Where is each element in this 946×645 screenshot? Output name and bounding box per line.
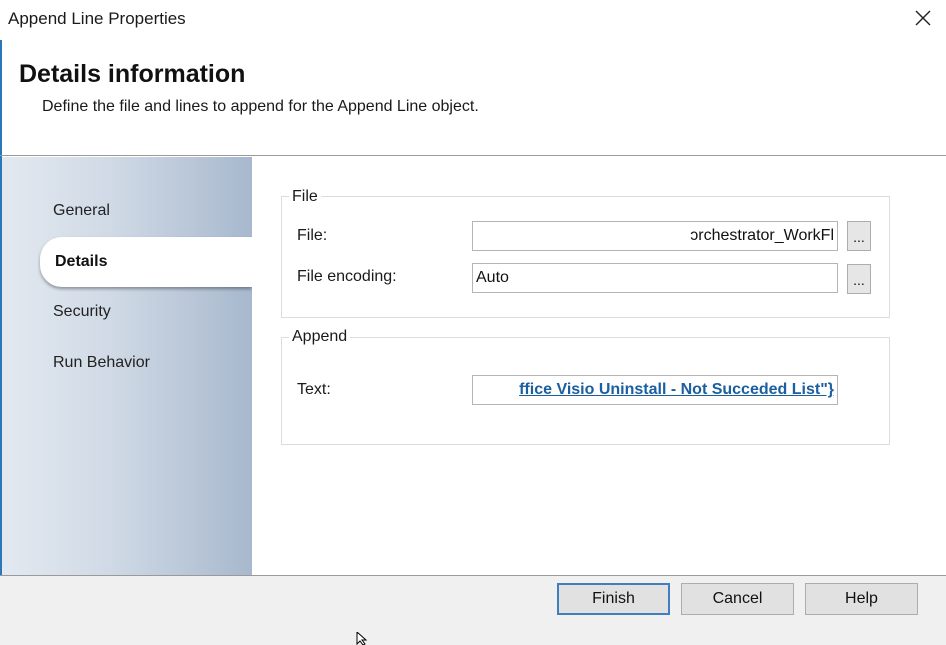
append-text-label: Text: xyxy=(297,381,331,398)
file-group xyxy=(281,196,890,318)
nav-item-details-label: Details xyxy=(55,253,108,270)
finish-button[interactable]: Finish xyxy=(557,583,670,615)
nav-item-run-behavior[interactable]: Run Behavior xyxy=(53,354,150,372)
window-title: Append Line Properties xyxy=(8,9,186,28)
nav-item-details[interactable]: Details xyxy=(40,237,252,287)
append-text-input[interactable]: ffice Visio Uninstall - Not Succeded Lis… xyxy=(472,375,838,405)
file-input[interactable]: ɔrchestrator_WorkFl xyxy=(472,221,838,251)
file-browse-button[interactable]: ... xyxy=(847,221,871,251)
file-encoding-browse-button[interactable]: ... xyxy=(847,264,871,294)
file-encoding-label: File encoding: xyxy=(297,268,397,285)
file-input-value: ɔrchestrator_WorkFl xyxy=(690,227,834,244)
file-group-legend: File xyxy=(289,188,321,206)
header-divider xyxy=(0,155,946,156)
nav-item-general[interactable]: General xyxy=(53,202,110,220)
help-button[interactable]: Help xyxy=(805,583,918,615)
close-button[interactable] xyxy=(900,0,946,36)
page-subtitle: Define the file and lines to append for … xyxy=(42,98,479,115)
append-group-legend: Append xyxy=(289,328,351,346)
mouse-cursor-icon xyxy=(356,632,368,645)
nav-item-security[interactable]: Security xyxy=(53,303,111,321)
close-icon xyxy=(915,10,931,26)
page-title: Details information xyxy=(19,60,246,88)
cancel-button[interactable]: Cancel xyxy=(681,583,794,615)
append-text-value: ffice Visio Uninstall - Not Succeded Lis… xyxy=(519,381,834,398)
file-encoding-input[interactable]: Auto xyxy=(472,263,838,293)
title-bar: Append Line Properties xyxy=(0,0,946,40)
file-label: File: xyxy=(297,227,328,244)
file-encoding-value: Auto xyxy=(476,269,509,286)
